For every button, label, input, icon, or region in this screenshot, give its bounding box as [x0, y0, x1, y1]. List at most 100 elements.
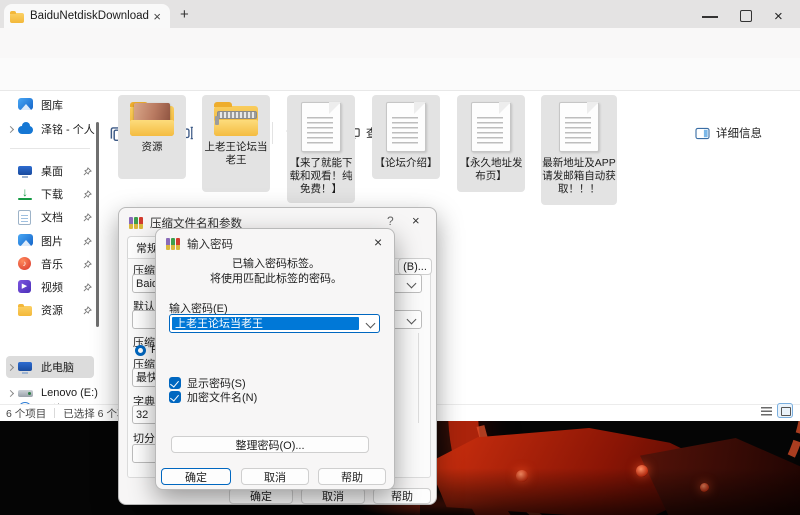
file-name: 资源 — [141, 141, 164, 157]
onedrive-cloud-icon — [18, 126, 33, 134]
expand-chevron-icon[interactable] — [7, 389, 14, 396]
password-dialog: 输入密码 × 已输入密码标签。 将使用匹配此标签的密码。 输入密码(E) 上老王… — [155, 228, 395, 490]
file-tile-text-2[interactable]: 【论坛介绍】 — [372, 95, 440, 179]
drive-icon — [18, 390, 33, 397]
toolbar-divider — [272, 122, 273, 144]
item-count: 6 个项目 — [6, 406, 46, 421]
sidebar-item-ziyuan-folder[interactable]: 资源 — [6, 299, 94, 321]
expand-chevron-icon[interactable] — [7, 125, 14, 132]
folder-icon — [10, 13, 24, 23]
zipper-folder-icon — [214, 102, 258, 136]
sidebar-item-documents[interactable]: 文档 — [6, 206, 94, 228]
password-dialog-title: 输入密码 — [187, 236, 233, 252]
documents-icon — [18, 210, 31, 225]
maximize-button[interactable] — [740, 10, 752, 22]
file-tile-ziyuan[interactable]: 资源 — [118, 95, 186, 179]
text-document-icon — [559, 102, 599, 152]
pin-icon — [83, 213, 92, 222]
pin-icon — [83, 237, 92, 246]
sidebar-item-videos[interactable]: ▶ 视频 — [6, 276, 94, 298]
chevron-down-icon[interactable] — [366, 319, 376, 329]
tab-title: BaiduNetdiskDownload — [30, 10, 150, 22]
sidebar-item-label: 资源 — [41, 302, 76, 318]
chevron-down-icon[interactable] — [407, 315, 417, 325]
winrar-icon — [129, 217, 143, 229]
encrypt-names-label: 加密文件名(N) — [187, 389, 257, 405]
file-name: 【来了就能下载和观看！纯免费！】 — [287, 157, 355, 199]
winrar-icon — [166, 238, 180, 250]
sidebar-item-downloads[interactable]: ↓ 下载 — [6, 183, 94, 205]
sidebar-item-label: 此电脑 — [41, 359, 94, 375]
sidebar-scrollbar[interactable] — [96, 122, 99, 327]
info-line-1: 已输入密码标签。 — [166, 257, 386, 272]
videos-icon: ▶ — [18, 280, 31, 293]
sidebar-item-label: 音乐 — [41, 256, 76, 272]
encrypt-names-checkbox[interactable]: 加密文件名(N) — [169, 389, 257, 405]
checkbox-checked-icon — [169, 377, 181, 389]
sidebar-item-pictures[interactable]: 图片 — [6, 230, 94, 252]
pin-icon — [83, 190, 92, 199]
file-tile-text-4[interactable]: 最新地址及APP请发邮箱自动获取！！！ — [541, 95, 617, 205]
pin-icon — [83, 260, 92, 269]
browse-button[interactable]: (B)... — [398, 258, 432, 275]
folder-icon — [18, 306, 32, 316]
sidebar-item-label: 视频 — [41, 279, 76, 295]
downloads-icon: ↓ — [18, 187, 32, 200]
sidebar-item-gallery[interactable]: 图库 — [6, 94, 94, 116]
file-tile-zip-folder[interactable]: 上老王论坛当老王 — [202, 95, 270, 192]
pin-icon — [83, 167, 92, 176]
pin-icon — [83, 283, 92, 292]
dialog-close-icon[interactable]: × — [374, 235, 382, 249]
password-help-button[interactable]: 帮助 — [318, 468, 386, 485]
sidebar-item-onedrive[interactable]: 泽铭 - 个人 — [6, 118, 94, 140]
desktop-icon — [18, 166, 32, 175]
file-name: 上老王论坛当老王 — [202, 141, 270, 170]
radio-selected-icon — [135, 345, 146, 356]
file-tile-text-3[interactable]: 【永久地址发布页】 — [457, 95, 525, 192]
command-toolbar: 新建 排序 查看 • • • 详细信 — [0, 58, 800, 91]
dialog-help-icon[interactable]: ? — [387, 214, 394, 228]
tab-strip: BaiduNetdiskDownload × + × — [0, 0, 800, 28]
sidebar-item-this-pc[interactable]: 此电脑 — [6, 356, 94, 378]
sidebar-item-label: 泽铭 - 个人 — [41, 121, 95, 137]
minimize-button[interactable] — [702, 16, 718, 18]
dialog-close-icon[interactable]: × — [412, 214, 420, 227]
new-tab-button[interactable]: + — [180, 6, 189, 23]
expand-chevron-icon[interactable] — [7, 363, 14, 370]
file-name: 最新地址及APP请发邮箱自动获取！！！ — [541, 157, 617, 199]
text-document-icon — [471, 102, 511, 152]
password-info-text: 已输入密码标签。 将使用匹配此标签的密码。 — [166, 257, 386, 287]
password-cancel-button[interactable]: 取消 — [241, 468, 309, 485]
close-button[interactable]: × — [774, 8, 783, 25]
list-view-toggle[interactable] — [761, 407, 772, 416]
music-icon: ♪ — [18, 257, 31, 270]
rar-help-button[interactable]: 帮助 — [373, 488, 431, 504]
explorer-tab[interactable]: BaiduNetdiskDownload × — [4, 4, 170, 28]
rar-ok-button[interactable]: 确定 — [229, 488, 293, 504]
password-ok-button[interactable]: 确定 — [161, 468, 231, 485]
tab-close-icon[interactable]: × — [150, 10, 164, 23]
status-divider — [54, 408, 55, 418]
group-border — [418, 333, 419, 423]
password-value-selected: 上老王论坛当老王 — [172, 317, 359, 330]
password-combobox[interactable]: 上老王论坛当老王 — [169, 314, 380, 333]
sidebar-item-label: 桌面 — [41, 163, 76, 179]
info-line-2: 将使用匹配此标签的密码。 — [166, 272, 386, 287]
file-name: 【论坛介绍】 — [374, 157, 439, 173]
file-tile-text-1[interactable]: 【来了就能下载和观看！纯免费！】 — [287, 95, 355, 203]
folder-with-photo-icon — [130, 102, 174, 136]
address-bar-row: ← → ↑ ↻ 此电脑 本地磁盘 (D:) BaiduNetdiskDownlo… — [0, 28, 800, 58]
organize-passwords-button[interactable]: 整理密码(O)... — [171, 436, 369, 453]
details-pane-button[interactable]: 详细信息 — [695, 125, 762, 141]
sidebar-item-label: 图片 — [41, 233, 76, 249]
sidebar-item-desktop[interactable]: 桌面 — [6, 160, 94, 182]
details-pane-icon — [695, 127, 710, 140]
sidebar-item-music[interactable]: ♪ 音乐 — [6, 253, 94, 275]
details-pane-label: 详细信息 — [716, 125, 762, 141]
this-pc-icon — [18, 362, 32, 371]
thumbnail-view-toggle[interactable] — [777, 403, 793, 418]
rar-cancel-button[interactable]: 取消 — [301, 488, 365, 504]
navigation-pane: 图库 泽铭 - 个人 桌面 ↓ 下载 文档 — [0, 92, 100, 404]
text-document-icon — [301, 102, 341, 152]
sidebar-item-label: 文档 — [41, 209, 76, 225]
